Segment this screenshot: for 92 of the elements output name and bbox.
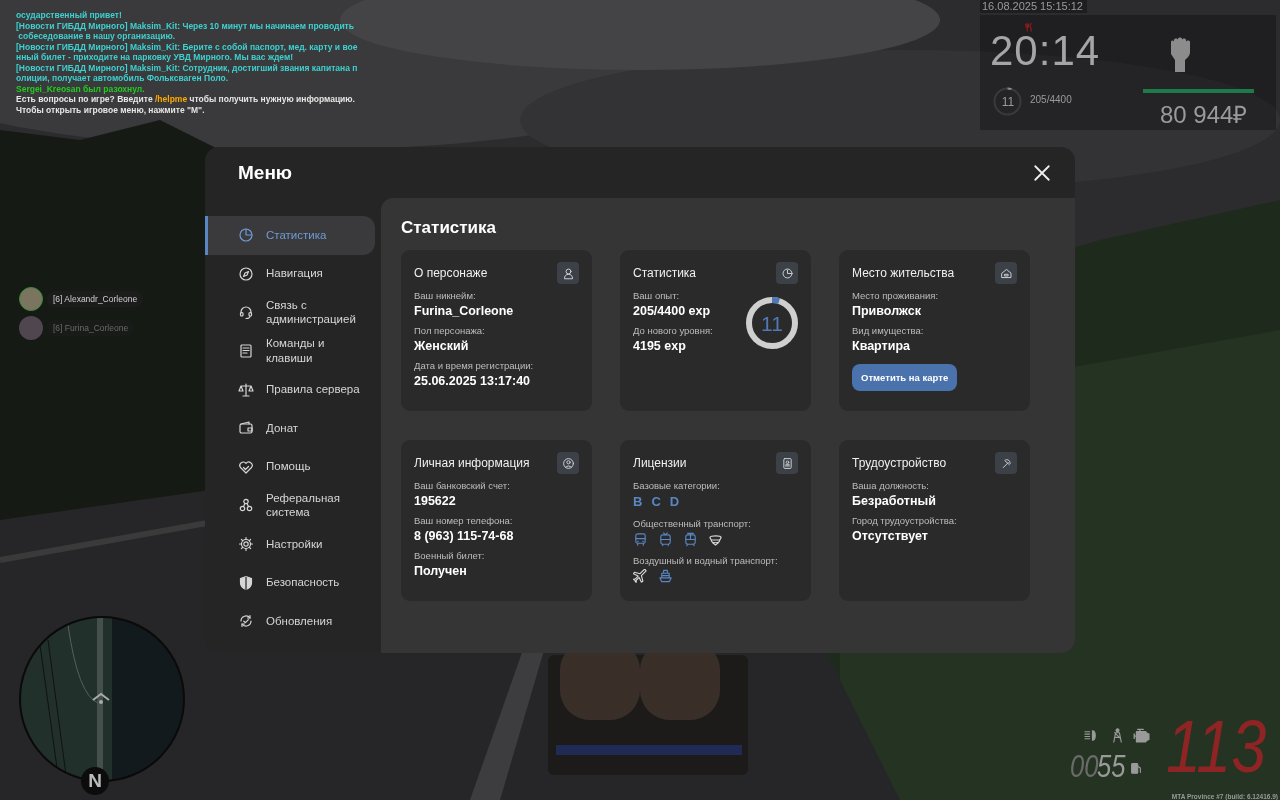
card-title: Место жительства <box>852 266 955 280</box>
field-label: Ваш никнейм: <box>414 290 477 301</box>
chat-message: [Новости ГИБДД Мирного] Maksim_Kit: Через 10 минут мы начинаем проводить <box>16 20 354 31</box>
level-number: 11 <box>1001 96 1015 108</box>
level-ring <box>992 86 1023 117</box>
field-label: Военный билет: <box>414 550 486 561</box>
field-value: Женский <box>414 339 470 353</box>
field-label: Ваш банковский счет: <box>414 480 511 491</box>
field-label: Общественный транспорт: <box>633 518 752 529</box>
sidebar-item[interactable]: Правила сервера <box>205 370 375 409</box>
field-value: 8 (963) 115-74-68 <box>414 529 515 543</box>
heart-icon <box>238 458 254 475</box>
section-heading: Статистика <box>401 218 498 238</box>
scales-icon <box>238 381 254 398</box>
field-label: Вид имущества: <box>852 325 925 336</box>
sidebar-item[interactable]: Навигация <box>205 254 375 294</box>
field-label: Дата и время регистрации: <box>414 360 535 371</box>
date-time: 16.08.2025 15:15:12 <box>980 0 1087 13</box>
shield-icon <box>238 574 254 591</box>
field-value: 205/4400 exp <box>633 304 712 318</box>
field-value: Отсутствует <box>852 529 929 543</box>
close-icon <box>1033 163 1051 182</box>
field-value: 25.06.2025 13:17:40 <box>414 374 532 388</box>
license-category: B <box>633 494 643 509</box>
sidebar-item[interactable]: Команды и клавиши <box>205 331 375 371</box>
level-ring <box>745 296 799 350</box>
card-title: Трудоустройство <box>852 456 947 470</box>
sidebar-item[interactable]: Безопасность <box>205 563 375 602</box>
odometer: 00 <box>1070 748 1099 785</box>
field-value: Получен <box>414 564 468 578</box>
document-icon <box>238 343 254 360</box>
field-label: Воздушный и водный транспорт: <box>633 555 779 566</box>
chat-message: Есть вопросы по игре? Введите <box>16 94 154 105</box>
chat-message: /helpme <box>155 94 188 105</box>
license-category: C <box>651 494 661 509</box>
card-title: Личная информация <box>414 456 530 470</box>
chat-message: [Новости ГИБДД Мирного] Maksim_Kit: Берите с собой паспорт, мед. карту и вое <box>16 41 358 52</box>
field-value: 4195 exp <box>633 339 687 353</box>
player-name: [6] Alexandr_Corleone <box>47 291 144 307</box>
license-category: D <box>669 494 680 509</box>
field-label: Город трудоустройства: <box>852 515 958 526</box>
fuel-pump-icon <box>1129 761 1143 775</box>
nodes-icon <box>238 497 254 514</box>
field-value: Безработный <box>852 494 937 508</box>
fork-knife-icon <box>1024 23 1033 32</box>
sidebar-item[interactable]: Статистика <box>205 216 375 255</box>
compass-icon <box>238 265 254 282</box>
level-number: 11 <box>761 312 783 334</box>
chat-message: нный билет - приходите на парковку УВД Мирного. Мы вас ждем! <box>16 52 294 63</box>
pie-chart-icon <box>238 227 254 244</box>
card-title: О персонаже <box>414 266 488 280</box>
money-balance: 80 944₽ <box>1160 100 1248 130</box>
chat-message: Sergei_Kreosan был разохнул. <box>16 83 145 94</box>
field-label: Ваш номер телефона: <box>414 515 514 526</box>
chat-message: Чтобы открыть игровое меню, нажмите "M". <box>16 104 205 115</box>
card-title: Лицензии <box>633 456 687 470</box>
field-label: Место проживания: <box>852 290 940 301</box>
card-title: Статистика <box>633 266 697 280</box>
chat-message: [Новости ГИБДД Мирного] Maksim_Kit: Сотрудник, достигший звания капитана п <box>16 62 358 73</box>
seatbelt-icon <box>1110 728 1125 743</box>
field-value: Квартира <box>852 339 911 353</box>
engine-icon <box>1132 726 1150 744</box>
menu-title: Меню <box>238 161 293 184</box>
settings-icon <box>238 536 254 553</box>
chat-message: чтобы получить нужную информацию. <box>188 94 355 105</box>
headset-icon <box>238 304 254 321</box>
fuel-level: 55 <box>1097 748 1126 785</box>
field-value: Furina_Corleone <box>414 304 515 318</box>
field-value: Приволжск <box>852 304 922 318</box>
sidebar-item[interactable]: Реферальная система <box>205 486 375 525</box>
wallet-icon <box>238 420 254 437</box>
field-label: Ваш опыт: <box>633 290 681 301</box>
mark-on-map-button[interactable]: Отметить на карте <box>852 364 958 391</box>
speed-readout: 113 <box>1166 710 1267 784</box>
sidebar-item[interactable]: Обновления <box>205 601 375 641</box>
refresh-icon <box>238 613 254 630</box>
headlight-icon <box>1084 728 1099 743</box>
close-button[interactable] <box>1033 163 1051 182</box>
chat-message: собеседование в нашу организацию. <box>17 31 176 42</box>
field-label: Базовые категории: <box>633 480 721 491</box>
field-label: Ваша должность: <box>852 480 930 491</box>
field-value: 195622 <box>414 494 457 508</box>
chat-message: осударственный привет! <box>16 10 122 21</box>
sidebar-item[interactable]: Помощь <box>205 447 375 487</box>
experience-count: 205/4400 <box>1030 94 1072 105</box>
sidebar-item[interactable]: Связь с администрацией <box>205 293 375 332</box>
sidebar-item[interactable]: Донат <box>205 408 375 448</box>
chat-message: олиции, получает автомобиль Фольксваген Поло. <box>16 73 228 84</box>
sidebar-item[interactable]: Настройки <box>205 524 375 564</box>
game-clock: 20:14 <box>990 30 1101 72</box>
field-label: До нового уровня: <box>633 325 714 336</box>
field-label: Пол персонажа: <box>414 325 486 336</box>
